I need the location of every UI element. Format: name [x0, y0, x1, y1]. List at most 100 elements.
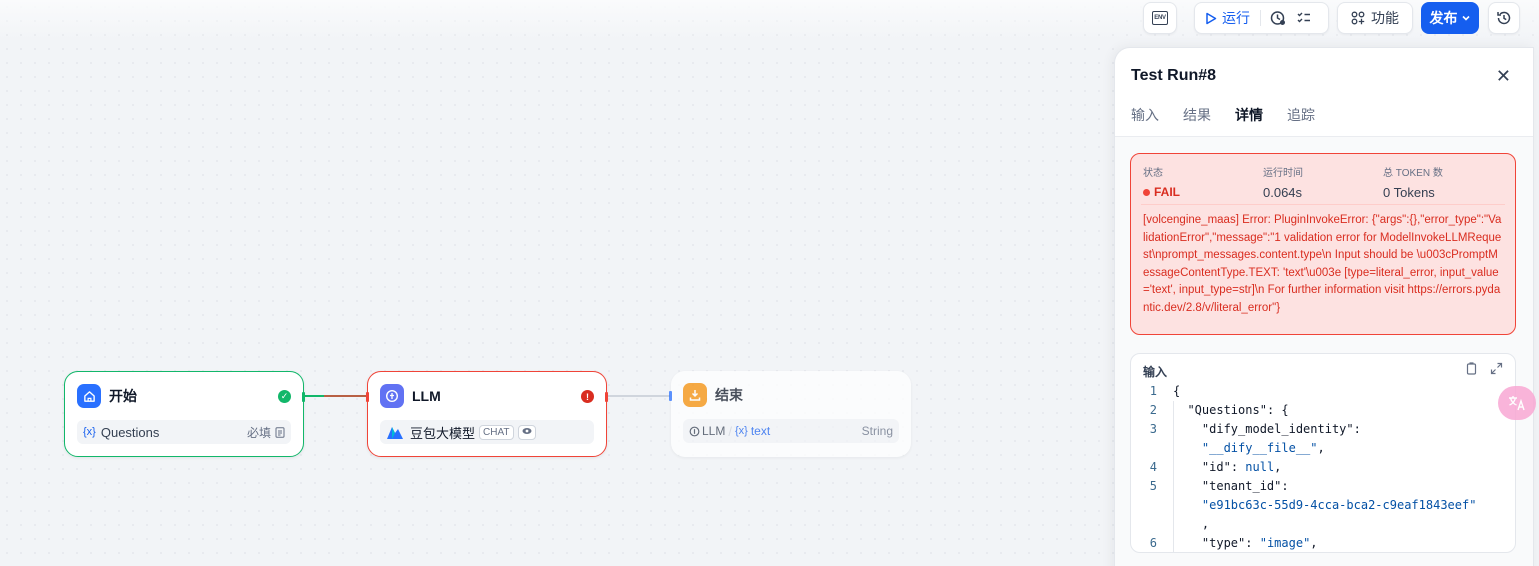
line-number: 5	[1149, 479, 1157, 493]
run-button[interactable]: 运行	[1205, 8, 1250, 28]
code-text: "Questions": {	[1187, 403, 1289, 417]
workflow-edges	[304, 395, 670, 397]
panel-tabs: 输入 结果 详情 追踪	[1131, 105, 1315, 138]
llm-node-title: LLM	[412, 388, 441, 404]
publish-label: 发布	[1429, 10, 1458, 26]
code-text: "dify_model_identity":	[1201, 422, 1361, 436]
apps-icon	[1351, 11, 1365, 25]
tab-tracing[interactable]: 追踪	[1287, 105, 1315, 138]
tokens-label: 总 TOKEN 数	[1383, 168, 1443, 179]
start-node[interactable]: 开始 ✓ {x} Questions 必填	[64, 371, 305, 457]
publish-button[interactable]: 发布	[1421, 2, 1479, 34]
code-line: "__dify__file__",	[1131, 439, 1515, 458]
code-line: 6 "type": "image",	[1131, 534, 1515, 552]
status-text: FAIL	[1154, 185, 1180, 199]
copy-icon[interactable]	[1465, 362, 1478, 375]
input-code-title: 输入	[1143, 365, 1168, 379]
run-toolbar: 运行	[1194, 2, 1329, 34]
error-icon: !	[581, 390, 594, 403]
document-icon	[275, 426, 285, 438]
end-node[interactable]: 结束 LLM / {x} text String	[669, 371, 911, 457]
end-input-handle[interactable]	[669, 391, 672, 401]
checklist-icon[interactable]	[1295, 9, 1313, 27]
env-button[interactable]: ENV	[1143, 2, 1177, 34]
close-icon[interactable]: ✕	[1496, 66, 1511, 87]
checklist-clock-icon[interactable]	[1269, 9, 1287, 27]
error-status-card: 状态 FAIL 运行时间 0.064s 总 TOKEN 数 0 Tokens […	[1130, 153, 1516, 335]
fail-dot-icon	[1143, 188, 1150, 196]
success-icon: ✓	[278, 390, 291, 403]
flag-end-icon	[683, 383, 707, 407]
end-variable-type: String	[861, 424, 893, 438]
home-icon	[77, 384, 101, 408]
code-line: 2 "Questions": {	[1131, 401, 1515, 420]
llm-node-header: LLM	[380, 384, 441, 408]
translate-icon[interactable]	[1498, 386, 1536, 420]
start-node-title: 开始	[109, 388, 137, 404]
start-node-header: 开始	[77, 384, 137, 408]
features-button[interactable]: 功能	[1337, 2, 1413, 34]
end-source-node: LLM	[702, 424, 726, 438]
tab-result[interactable]: 结果	[1183, 105, 1211, 138]
json-code-editor[interactable]: 1{2 "Questions": {3 "dify_model_identity…	[1131, 382, 1515, 552]
end-output-row: LLM / {x} text String	[683, 419, 899, 443]
chevron-down-icon	[1461, 15, 1470, 21]
code-text: {	[1173, 384, 1181, 398]
llm-input-handle[interactable]	[366, 392, 369, 402]
status-label: 状态	[1143, 168, 1163, 179]
llm-icon	[380, 384, 404, 408]
time-stat: 运行时间 0.064s	[1263, 164, 1303, 200]
line-number: 4	[1149, 460, 1157, 474]
toolbar-divider	[1260, 10, 1261, 26]
history-icon	[1497, 11, 1511, 25]
code-line: 5 "tenant_id":	[1131, 477, 1515, 496]
features-label: 功能	[1371, 10, 1399, 26]
run-label: 运行	[1222, 10, 1250, 26]
variable-icon: {x}	[83, 426, 96, 438]
llm-model-row: 豆包大模型 CHAT	[380, 420, 594, 444]
llm-output-handle[interactable]	[605, 392, 608, 402]
end-variable-name: text	[750, 424, 771, 438]
tab-input[interactable]: 输入	[1131, 105, 1159, 138]
line-number: 6	[1149, 536, 1157, 550]
env-icon: ENV	[1152, 11, 1168, 25]
code-line: ,	[1131, 515, 1515, 534]
history-button[interactable]	[1488, 2, 1520, 34]
time-label: 运行时间	[1263, 168, 1303, 179]
start-output-handle[interactable]	[302, 392, 305, 402]
input-code-card: 输入 1{2 "Questions": {3 "dify_model_ident…	[1130, 353, 1516, 553]
end-node-header: 结束	[683, 383, 743, 407]
vision-eye-icon	[517, 424, 536, 440]
test-run-panel: Test Run#8 ✕ 输入 结果 详情 追踪 状态 FAIL 运行时间 0.…	[1114, 47, 1534, 566]
code-line: "e91bc63c-55d9-4cca-bca2-c9eaf1843eef"	[1131, 496, 1515, 515]
code-text: "__dify__file__",	[1201, 441, 1325, 455]
code-text: "type": "image",	[1201, 536, 1318, 550]
line-number: 2	[1149, 403, 1157, 417]
llm-node[interactable]: LLM ! 豆包大模型 CHAT	[366, 371, 608, 457]
code-text: "e91bc63c-55d9-4cca-bca2-c9eaf1843eef"	[1201, 498, 1477, 512]
end-node-title: 结束	[715, 387, 743, 403]
tokens-value: 0 Tokens	[1383, 185, 1435, 200]
code-text: ,	[1173, 517, 1210, 531]
expand-icon[interactable]	[1490, 362, 1503, 375]
llm-model-name: 豆包大模型	[410, 425, 476, 441]
code-tools	[1465, 362, 1503, 375]
chat-mode-tag: CHAT	[479, 424, 514, 440]
tab-detail[interactable]: 详情	[1235, 105, 1263, 138]
llm-small-icon	[689, 426, 700, 436]
line-number: 3	[1149, 422, 1157, 436]
code-text: "tenant_id":	[1201, 479, 1289, 493]
variable-icon: {x}	[734, 425, 748, 437]
doubao-logo-icon	[387, 427, 403, 439]
code-line: 3 "dify_model_identity":	[1131, 420, 1515, 439]
panel-body[interactable]: 状态 FAIL 运行时间 0.064s 总 TOKEN 数 0 Tokens […	[1115, 136, 1533, 566]
start-variable-row: {x} Questions 必填	[77, 420, 291, 444]
status-stat: 状态 FAIL	[1143, 164, 1180, 199]
line-number: 1	[1149, 384, 1157, 398]
code-line: 4 "id": null,	[1131, 458, 1515, 477]
status-value: FAIL	[1143, 185, 1180, 199]
required-label: 必填	[246, 425, 271, 440]
error-message: [volcengine_maas] Error: PluginInvokeErr…	[1143, 214, 1502, 314]
tokens-stat: 总 TOKEN 数 0 Tokens	[1383, 164, 1443, 200]
time-value: 0.064s	[1263, 185, 1303, 200]
